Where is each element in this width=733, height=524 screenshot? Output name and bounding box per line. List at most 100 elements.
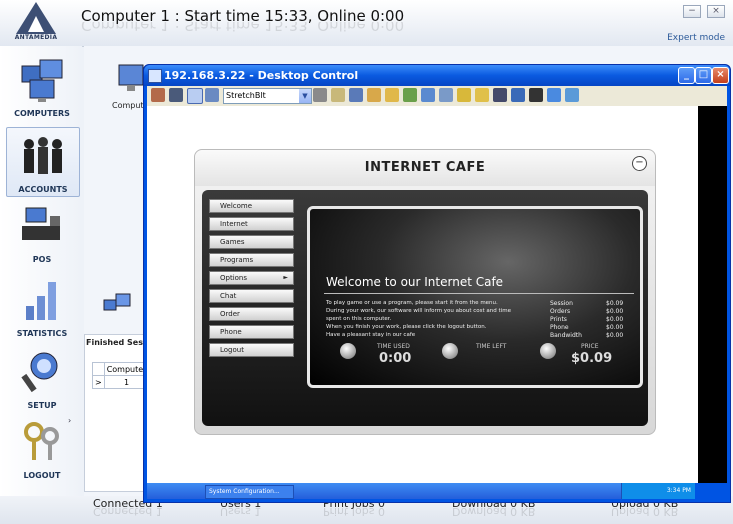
time-used-label: TIME USED bbox=[377, 343, 410, 350]
sidebar-item-label: STATISTICS bbox=[16, 329, 68, 338]
sidebar: COMPUTERS ACCOUNTS POS STATISTICS SETUP … bbox=[0, 46, 82, 496]
desktop-control-window: 192.168.3.22 - Desktop Control _ □ × Str… bbox=[143, 64, 731, 503]
status-users-reflection: Users 1 bbox=[220, 508, 262, 518]
menu-item-programs[interactable]: Programs bbox=[209, 253, 294, 267]
lock-icon[interactable] bbox=[475, 88, 489, 102]
users-icon[interactable] bbox=[565, 88, 579, 102]
window-maximize-button[interactable]: □ bbox=[695, 67, 712, 84]
status-connected-reflection: Connected 1 bbox=[93, 508, 163, 518]
submenu-arrow-icon: ► bbox=[283, 274, 288, 281]
summary-value: $0.00 bbox=[606, 316, 624, 323]
menu-item-order[interactable]: Order bbox=[209, 307, 294, 321]
summary-value: $0.00 bbox=[606, 308, 624, 315]
summary-value: $0.00 bbox=[606, 332, 624, 339]
scale-mode-value: StretchBlt bbox=[226, 91, 266, 100]
sidebar-item-label: POS bbox=[32, 255, 52, 264]
print-icon[interactable] bbox=[313, 88, 327, 102]
screenshot-icon[interactable] bbox=[205, 88, 219, 102]
time-used-value: 0:00 bbox=[379, 351, 412, 366]
welcome-text-line: To play game or use a program, please st… bbox=[326, 300, 498, 306]
summary-label: Session bbox=[550, 300, 573, 307]
taskbar-item-system-configuration[interactable]: System Configuration... bbox=[205, 485, 294, 499]
edit-icon[interactable] bbox=[349, 88, 363, 102]
computer-off-icon[interactable] bbox=[493, 88, 507, 102]
remote-screen[interactable]: INTERNET CAFE − Welcome Internet Games P… bbox=[147, 106, 727, 483]
logo-text: ANTAMEDIA bbox=[14, 34, 58, 41]
sidebar-item-pos[interactable]: POS bbox=[6, 198, 78, 266]
network-icon[interactable] bbox=[511, 88, 525, 102]
folder-icon[interactable] bbox=[385, 88, 399, 102]
computers-small-icon bbox=[103, 293, 131, 311]
chevron-down-icon[interactable]: ▼ bbox=[299, 89, 311, 103]
status-download-reflection: Download 0 KB bbox=[452, 508, 536, 518]
menu-item-chat[interactable]: Chat bbox=[209, 289, 294, 303]
summary-label: Prints bbox=[550, 316, 567, 323]
tools-icon[interactable] bbox=[151, 88, 165, 102]
refresh-icon[interactable] bbox=[403, 88, 417, 102]
window-minimize-button[interactable]: _ bbox=[678, 67, 695, 84]
camera-icon[interactable] bbox=[529, 88, 543, 102]
finished-sessions-table: Computer > 1 bbox=[92, 362, 150, 389]
time-left-dial-icon bbox=[442, 343, 458, 359]
desktop-control-titlebar[interactable]: 192.168.3.22 - Desktop Control _ □ × bbox=[144, 65, 730, 86]
key-icon[interactable] bbox=[457, 88, 471, 102]
computer-icon[interactable] bbox=[118, 64, 144, 96]
internet-cafe-client: INTERNET CAFE − Welcome Internet Games P… bbox=[194, 149, 656, 435]
close-button[interactable]: × bbox=[707, 5, 725, 18]
table-row[interactable]: > 1 bbox=[92, 375, 150, 389]
statistics-icon bbox=[26, 282, 56, 320]
welcome-heading: Welcome to our Internet Cafe bbox=[326, 275, 504, 289]
setup-icon bbox=[21, 352, 58, 393]
antamedia-logo: ANTAMEDIA bbox=[8, 2, 64, 44]
status-print-jobs-reflection: Print Jobs 0 bbox=[323, 508, 385, 518]
window-close-button[interactable]: × bbox=[712, 67, 729, 84]
row-marker: > bbox=[92, 375, 105, 389]
sidebar-item-statistics[interactable]: STATISTICS bbox=[6, 272, 78, 340]
menu-item-internet[interactable]: Internet bbox=[209, 217, 294, 231]
expert-mode-link[interactable]: Expert mode bbox=[667, 33, 725, 43]
message-icon[interactable] bbox=[367, 88, 381, 102]
welcome-text-line: spent on this computer. bbox=[326, 316, 392, 322]
welcome-text-line: When you finish your work, please click … bbox=[326, 324, 487, 330]
price-value: $0.09 bbox=[571, 351, 613, 366]
summary-value: $0.00 bbox=[606, 324, 624, 331]
summary-label: Orders bbox=[550, 308, 571, 315]
window-list-icon[interactable] bbox=[439, 88, 453, 102]
cafe-menu: Welcome Internet Games Programs Options ►… bbox=[209, 199, 294, 361]
windows-icon[interactable] bbox=[547, 88, 561, 102]
send-icon[interactable] bbox=[421, 88, 435, 102]
menu-item-options[interactable]: Options ► bbox=[209, 271, 294, 285]
menu-item-phone[interactable]: Phone bbox=[209, 325, 294, 339]
finished-sessions-panel bbox=[84, 334, 148, 492]
time-used-dial-icon bbox=[340, 343, 356, 359]
system-tray: 3:34 PM bbox=[621, 483, 695, 499]
sidebar-item-label: SETUP bbox=[27, 401, 57, 410]
fullscreen-icon[interactable] bbox=[169, 88, 183, 102]
title-bar: ANTAMEDIA Computer 1 : Start time 15:33,… bbox=[0, 0, 733, 47]
cafe-minimize-button[interactable]: − bbox=[632, 156, 647, 171]
sidebar-item-computers[interactable]: COMPUTERS bbox=[6, 52, 78, 120]
finished-sessions-title: Finished Sess bbox=[86, 338, 148, 347]
sidebar-item-label: ACCOUNTS bbox=[18, 185, 68, 194]
clipboard-icon[interactable] bbox=[331, 88, 345, 102]
zoom-icon[interactable] bbox=[187, 88, 203, 104]
cafe-title: INTERNET CAFE bbox=[364, 160, 486, 175]
sidebar-item-setup[interactable]: SETUP bbox=[6, 344, 78, 412]
accounts-icon bbox=[24, 137, 62, 174]
summary-value: $0.09 bbox=[606, 300, 624, 307]
menu-item-games[interactable]: Games bbox=[209, 235, 294, 249]
sidebar-item-label: LOGOUT bbox=[23, 471, 61, 480]
minimize-button[interactable]: − bbox=[683, 5, 701, 18]
welcome-text-line: Have a pleasant stay in our cafe bbox=[326, 332, 416, 338]
price-label: PRICE bbox=[581, 343, 599, 350]
sidebar-item-accounts[interactable]: ACCOUNTS bbox=[6, 127, 80, 197]
desktop-control-title: 192.168.3.22 - Desktop Control bbox=[164, 69, 359, 82]
summary-label: Bandwidth bbox=[550, 332, 582, 339]
menu-item-welcome[interactable]: Welcome bbox=[209, 199, 294, 213]
menu-item-logout[interactable]: Logout bbox=[209, 343, 294, 357]
computers-icon bbox=[21, 59, 63, 102]
welcome-text-line: During your work, our software will info… bbox=[326, 308, 511, 314]
scale-mode-select[interactable]: StretchBlt ▼ bbox=[223, 88, 312, 104]
expand-arrow-icon[interactable]: › bbox=[68, 416, 71, 425]
price-coin-icon bbox=[540, 343, 556, 359]
